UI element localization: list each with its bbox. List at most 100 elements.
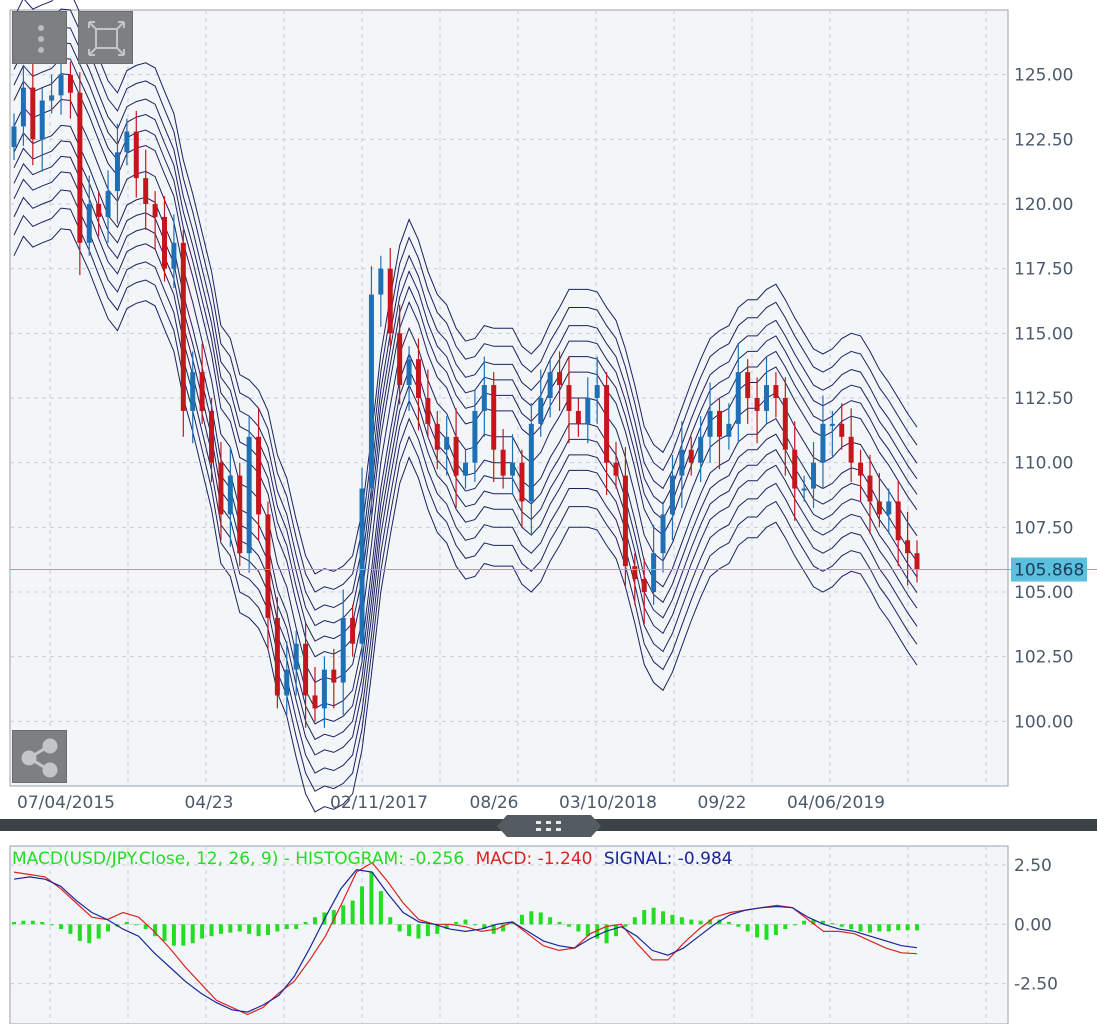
histogram-bar bbox=[12, 921, 16, 925]
time-tick-label: 07/04/2015 bbox=[17, 793, 115, 813]
candle-body bbox=[829, 423, 835, 426]
price-tick-label: 107.50 bbox=[1014, 518, 1073, 538]
candle-body bbox=[839, 423, 845, 437]
candle-body bbox=[199, 372, 205, 411]
histogram-bar bbox=[802, 920, 807, 925]
histogram-bar bbox=[181, 924, 186, 946]
candle-body bbox=[491, 385, 497, 450]
histogram-bar bbox=[642, 910, 647, 925]
candle-body bbox=[67, 74, 73, 93]
candle-body bbox=[594, 385, 600, 398]
candle-body bbox=[444, 436, 450, 450]
candle-body bbox=[754, 398, 760, 411]
macd-panel[interactable]: 2.50 0.00 -2.50 MACD(USD/JPY.Close, 12, 26… bbox=[9, 845, 1058, 1025]
price-tick-label: 125.00 bbox=[1014, 66, 1073, 86]
histogram-bar bbox=[764, 924, 769, 940]
candle-body bbox=[58, 74, 64, 96]
candle-body bbox=[585, 398, 591, 424]
histogram-bar bbox=[96, 924, 101, 939]
candle-body bbox=[848, 436, 854, 463]
vertical-dots-icon bbox=[38, 25, 44, 53]
candle-body bbox=[716, 410, 722, 437]
macd-axis[interactable]: 2.50 0.00 -2.50 bbox=[1014, 856, 1058, 995]
histogram-bar bbox=[849, 924, 854, 930]
candle-body bbox=[434, 423, 440, 450]
candle-body bbox=[463, 462, 468, 476]
histogram-bar bbox=[21, 920, 26, 925]
price-axis[interactable]: 125.00 122.50 120.00 117.50 115.00 112.50 110.… bbox=[1014, 66, 1073, 733]
candle-body bbox=[425, 398, 431, 424]
fullscreen-button[interactable] bbox=[78, 11, 133, 64]
histogram-bar bbox=[397, 924, 402, 932]
histogram-bar bbox=[877, 924, 882, 932]
candle-body bbox=[293, 643, 299, 670]
candle-body bbox=[679, 449, 685, 476]
candle-body bbox=[359, 488, 365, 644]
candle-body bbox=[124, 131, 130, 153]
candle-body bbox=[622, 475, 628, 567]
candle-body bbox=[726, 423, 732, 437]
share-button[interactable] bbox=[12, 730, 67, 783]
histogram-bar bbox=[313, 917, 317, 925]
price-tick-label: 122.50 bbox=[1014, 130, 1073, 150]
candle-body bbox=[481, 385, 487, 411]
candle-body bbox=[528, 423, 534, 502]
candle-body bbox=[406, 359, 412, 386]
histogram-bar bbox=[651, 907, 656, 925]
candle-body bbox=[171, 242, 177, 269]
histogram-bar bbox=[557, 921, 562, 925]
candle-body bbox=[632, 566, 638, 580]
candle-body bbox=[669, 475, 675, 515]
candle-body bbox=[538, 398, 544, 424]
histogram-bar bbox=[49, 924, 54, 926]
histogram-bar bbox=[77, 924, 82, 941]
histogram-bar bbox=[360, 886, 365, 925]
histogram-bar bbox=[341, 905, 346, 925]
candle-body bbox=[378, 268, 384, 295]
main-panel[interactable]: 125.00 122.50 120.00 117.50 115.00 112.50 110.… bbox=[9, 0, 1097, 813]
candle-body bbox=[143, 178, 149, 204]
price-tick-label: 120.00 bbox=[1014, 195, 1073, 215]
histogram-bar bbox=[378, 891, 383, 925]
candle-body bbox=[773, 385, 779, 398]
histogram-bar bbox=[538, 912, 543, 925]
candle-body bbox=[86, 204, 92, 243]
candle-body bbox=[453, 436, 459, 476]
candle-body bbox=[604, 385, 610, 463]
candle-body bbox=[613, 462, 619, 476]
histogram-bar bbox=[388, 917, 393, 925]
candle-body bbox=[811, 462, 817, 489]
histogram-bar bbox=[698, 920, 703, 925]
histogram-bar bbox=[369, 872, 374, 925]
candle-body bbox=[274, 617, 280, 696]
candle-body bbox=[77, 92, 83, 243]
candle-body bbox=[303, 643, 309, 696]
candle-body bbox=[500, 449, 506, 476]
macd-legend-signal: SIGNAL: -0.984 bbox=[604, 849, 733, 869]
price-tick-label: 112.50 bbox=[1014, 389, 1073, 409]
candle-body bbox=[660, 514, 666, 554]
panel-resize-handle[interactable] bbox=[497, 815, 601, 837]
chart-canvas[interactable]: 125.00 122.50 120.00 117.50 115.00 112.50 110.… bbox=[0, 0, 1097, 1025]
candle-body bbox=[39, 100, 45, 140]
histogram-bar bbox=[247, 924, 252, 934]
drag-grip-icon bbox=[497, 815, 601, 837]
histogram-bar bbox=[40, 921, 45, 925]
candle-body bbox=[557, 372, 563, 386]
histogram-bar bbox=[839, 924, 844, 927]
histogram-bar bbox=[162, 924, 167, 941]
candle-body bbox=[312, 695, 318, 709]
menu-button[interactable] bbox=[12, 11, 67, 64]
histogram-bar bbox=[519, 914, 524, 925]
candle-body bbox=[190, 372, 196, 411]
last-price-tag: 105.868 bbox=[1011, 557, 1087, 582]
candle-body bbox=[547, 372, 553, 398]
histogram-bar bbox=[867, 924, 872, 933]
candle-body bbox=[415, 359, 421, 398]
candle-body bbox=[237, 475, 243, 554]
candle-body bbox=[651, 553, 657, 592]
chart-stage[interactable]: 125.00 122.50 120.00 117.50 115.00 112.50 110.… bbox=[0, 0, 1097, 1025]
time-axis[interactable]: 07/04/2015 04/23 02/11/2017 08/26 03/10/2018… bbox=[17, 793, 885, 813]
candle-body bbox=[227, 475, 233, 515]
expand-icon bbox=[88, 21, 125, 56]
